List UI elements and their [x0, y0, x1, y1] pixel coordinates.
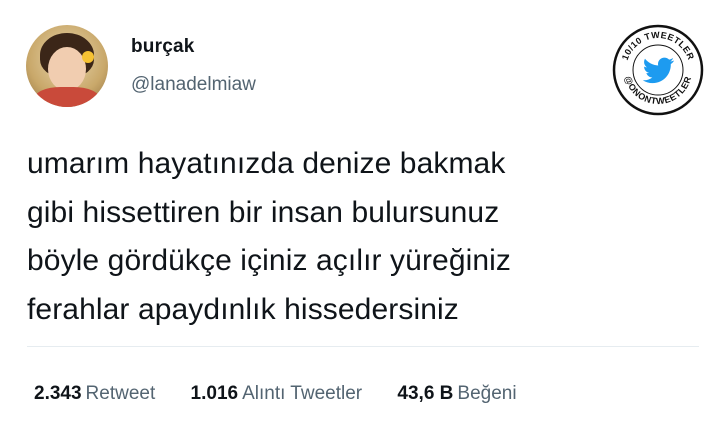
quote-tweets-stat[interactable]: 1.016 Alıntı Tweetler — [191, 383, 363, 405]
tweet-card: burçak @lanadelmiaw 10/10 TWEETLER @ONON… — [0, 0, 726, 428]
avatar-shirt — [34, 87, 100, 107]
retweet-count: 2.343 — [34, 383, 82, 404]
avatar[interactable] — [26, 25, 108, 107]
quote-tweets-label: Alıntı Tweetler — [242, 383, 363, 404]
author-handle[interactable]: @lanadelmiaw — [131, 74, 256, 96]
onontweetler-badge: 10/10 TWEETLER @ONONTWEETLER — [612, 24, 704, 116]
retweet-stat[interactable]: 2.343 Retweet — [34, 383, 155, 405]
divider — [27, 346, 699, 347]
avatar-face — [48, 47, 86, 91]
retweet-label: Retweet — [85, 383, 156, 404]
likes-count: 43,6 B — [397, 383, 454, 404]
tweet-stats: 2.343 Retweet 1.016 Alıntı Tweetler 43,6 B… — [34, 383, 547, 405]
avatar-flower — [82, 51, 94, 63]
author-name[interactable]: burçak — [131, 36, 195, 58]
tweet-line: gibi hissettiren bir insan bulursunuz — [27, 195, 500, 229]
tweet-line: böyle gördükçe içiniz açılır yüreğiniz — [27, 244, 512, 277]
quote-tweets-count: 1.016 — [190, 383, 239, 404]
tweet-line: ferahlar apaydınlık hissedersiniz — [27, 292, 459, 326]
tweet-text: umarım hayatınızda denize bakmak gibi hi… — [27, 140, 707, 334]
tweet-line: umarım hayatınızda denize bakmak — [27, 147, 506, 180]
likes-label: Beğeni — [457, 383, 517, 404]
likes-stat[interactable]: 43,6 B Beğeni — [397, 383, 516, 405]
